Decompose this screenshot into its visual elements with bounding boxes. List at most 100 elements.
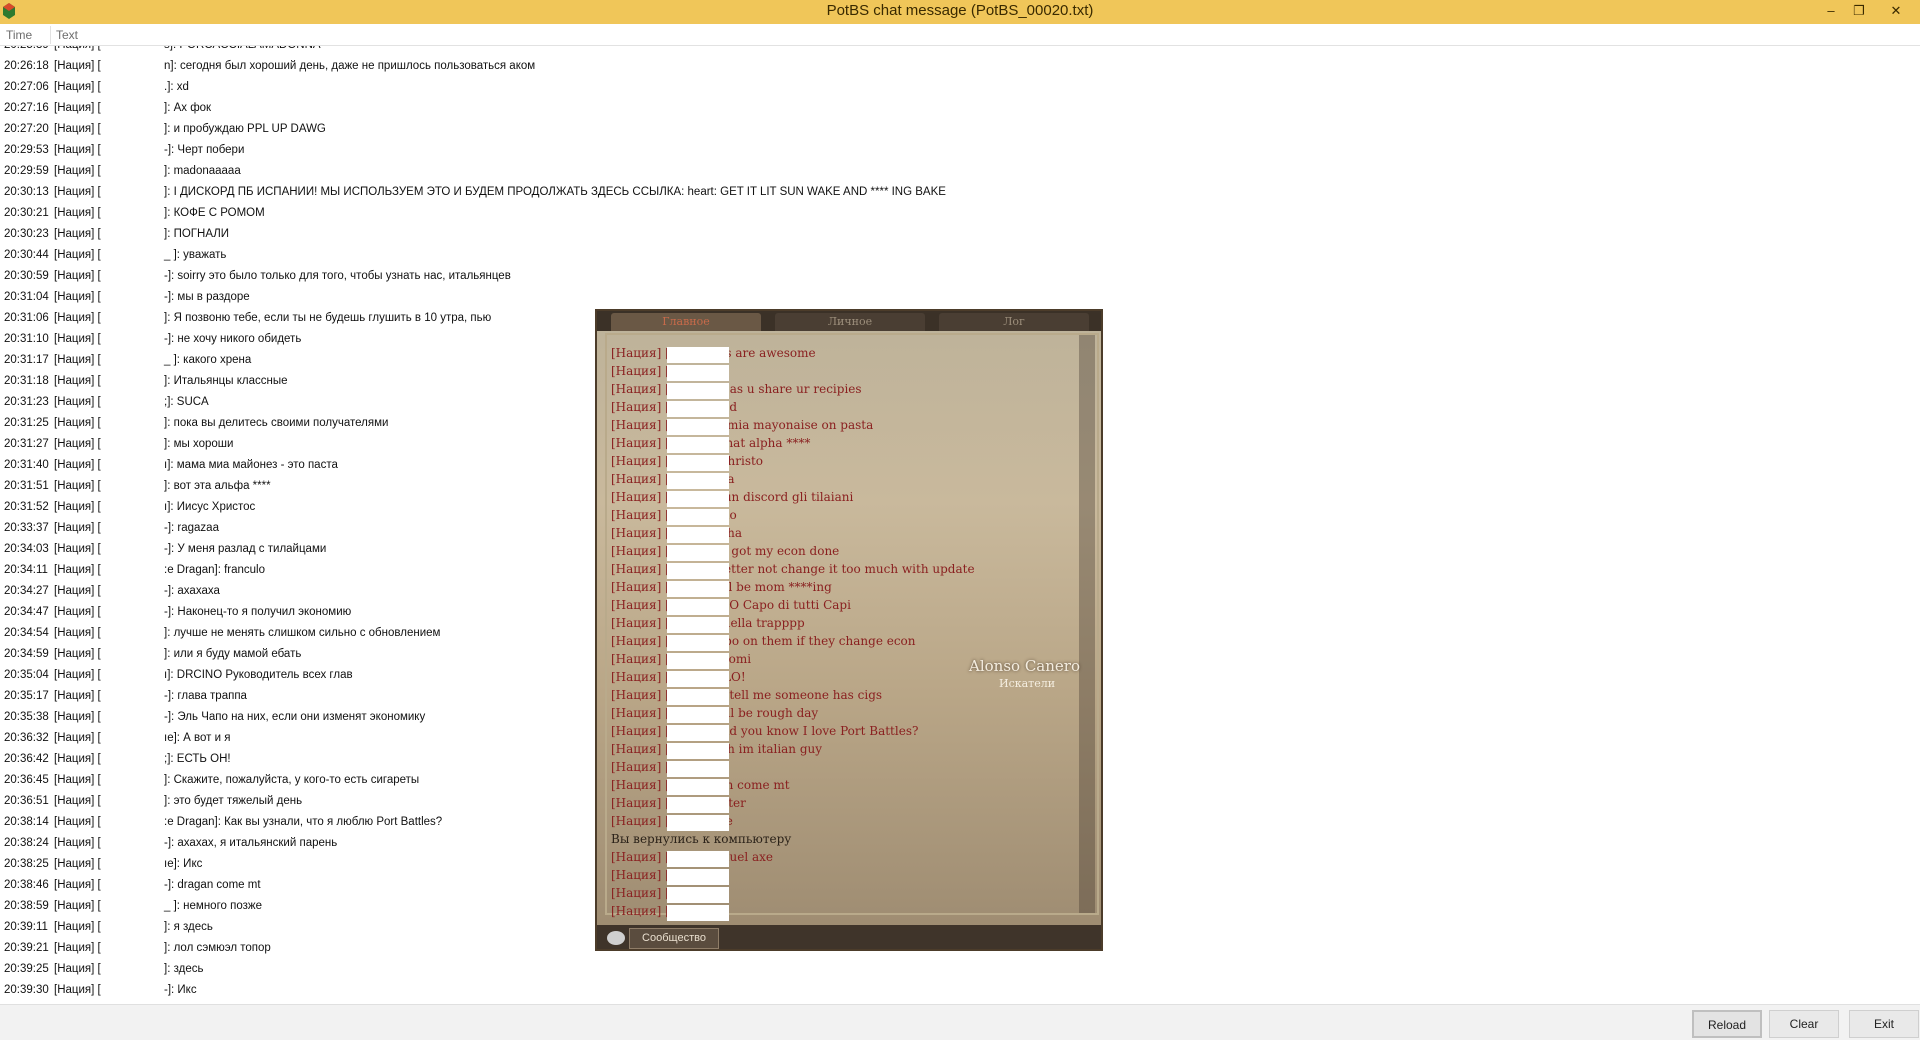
community-channel-button: Сообщество — [629, 928, 719, 949]
log-row[interactable]: 20:29:59 [Нация] []: madonaaaaa — [0, 162, 1400, 183]
log-row[interactable]: 20:30:23 [Нация] []: ПОГНАЛИ — [0, 225, 1400, 246]
redacted-name — [104, 667, 164, 685]
redacted-name — [104, 100, 164, 118]
redacted-name — [667, 365, 729, 381]
log-time: 20:34:27 — [4, 585, 49, 597]
log-channel: [Нация] [ — [54, 207, 101, 219]
log-message: -]: мы в раздоре — [164, 291, 250, 303]
log-row[interactable]: 20:39:30 [Нация] [-]: Икс — [0, 981, 1400, 1002]
log-message: -]: Икс — [164, 984, 197, 996]
log-channel: [Нация] [ — [54, 585, 101, 597]
redacted-name — [104, 310, 164, 328]
log-time: 20:34:03 — [4, 543, 49, 555]
redacted-name — [104, 478, 164, 496]
log-time: 20:31:27 — [4, 438, 49, 450]
game-chat-line: [Нация] [ ]: mama mia mayonaise on pasta — [611, 418, 874, 432]
redacted-name — [667, 527, 729, 543]
game-chat-line: [Нация] [ ]: DRCINO Capo di tutti Capi — [611, 598, 851, 612]
redacted-name — [667, 815, 729, 831]
redacted-name — [104, 268, 164, 286]
redacted-name — [104, 877, 164, 895]
game-chat-line: [Нация] [ ]: Please tell me someone has … — [611, 688, 883, 702]
redacted-name — [104, 604, 164, 622]
log-message: ıe]: Икс — [164, 858, 203, 870]
log-message: ]: КОФЕ С РОМОМ — [164, 207, 265, 219]
log-message: .]: xd — [164, 81, 189, 93]
log-row[interactable]: 20:30:13 [Нация] []: I ДИСКОРД ПБ ИСПАНИИ… — [0, 183, 1400, 204]
log-time: 20:31:52 — [4, 501, 49, 513]
column-time-header[interactable]: Time — [6, 28, 32, 42]
redacted-name — [104, 919, 164, 937]
log-channel: [Нация] [ — [54, 60, 101, 72]
log-channel: [Нация] [ — [54, 81, 101, 93]
clear-button[interactable]: Clear — [1769, 1010, 1839, 1038]
reload-button[interactable]: Reload — [1692, 1010, 1762, 1038]
redacted-name — [104, 730, 164, 748]
log-time: 20:31:51 — [4, 480, 49, 492]
log-time: 20:35:04 — [4, 669, 49, 681]
log-row[interactable]: 20:27:16 [Нация] []: Ах фок — [0, 99, 1400, 120]
log-message: ]: и пробуждаю PPL UP DAWG — [164, 123, 326, 135]
redacted-name — [667, 653, 729, 669]
redacted-name — [104, 415, 164, 433]
exit-button[interactable]: Exit — [1849, 1010, 1919, 1038]
log-time: 20:30:59 — [4, 270, 49, 282]
game-tab-personal: Личное — [775, 313, 925, 331]
log-message: ı]: мама миа майонез - это паста — [164, 459, 338, 471]
redacted-name — [667, 491, 729, 507]
redacted-name — [104, 835, 164, 853]
log-row[interactable]: 20:26:18 [Нация] [n]: сегодня был хороший… — [0, 57, 1400, 78]
log-message: ]: лол сэмюэл топор — [164, 942, 271, 954]
log-message: ]: пока вы делитесь своими получателями — [164, 417, 389, 429]
log-row[interactable]: 20:30:21 [Нация] []: КОФЕ С РОМОМ — [0, 204, 1400, 225]
redacted-name — [104, 205, 164, 223]
redacted-name — [104, 436, 164, 454]
redacted-name — [667, 779, 729, 795]
redacted-name — [104, 289, 164, 307]
log-channel: [Нация] [ — [54, 249, 101, 261]
log-channel: [Нация] [ — [54, 900, 101, 912]
column-separator[interactable] — [50, 26, 51, 44]
log-row[interactable]: 20:31:04 [Нация] [-]: мы в раздоре — [0, 288, 1400, 309]
redacted-name — [667, 473, 729, 489]
close-button[interactable]: ✕ — [1876, 0, 1916, 22]
log-row[interactable]: 20:39:25 [Нация] []: здесь — [0, 960, 1400, 981]
restore-button[interactable]: ❐ — [1844, 0, 1874, 22]
log-row[interactable]: 20:27:20 [Нация] []: и пробуждаю PPL UP D… — [0, 120, 1400, 141]
log-time: 20:34:11 — [4, 564, 48, 576]
column-text-header[interactable]: Text — [56, 28, 78, 42]
log-row[interactable]: 20:29:53 [Нация] [-]: Черт побери — [0, 141, 1400, 162]
log-message: ]: здесь — [164, 963, 204, 975]
log-row[interactable]: 20:25:39 [Нация] [s]: PORCACCIALAMADONNA — [0, 46, 1400, 57]
log-time: 20:31:17 — [4, 354, 49, 366]
log-channel: [Нация] [ — [54, 921, 101, 933]
log-time: 20:34:54 — [4, 627, 49, 639]
log-time: 20:38:14 — [4, 816, 49, 828]
redacted-name — [667, 869, 729, 885]
log-time: 20:36:51 — [4, 795, 49, 807]
log-time: 20:35:17 — [4, 690, 49, 702]
redacted-name — [667, 401, 729, 417]
game-screenshot: Главное Личное Лог [Нация] [ ]: Italians… — [595, 309, 1103, 951]
game-tab-main: Главное — [611, 313, 761, 331]
log-time: 20:31:18 — [4, 375, 49, 387]
redacted-name — [104, 751, 164, 769]
log-row[interactable]: 20:30:44 [Нация] [_ ]: уважать — [0, 246, 1400, 267]
log-time: 20:34:47 — [4, 606, 49, 618]
log-row[interactable]: 20:27:06 [Нация] [.]: xd — [0, 78, 1400, 99]
log-channel: [Нация] [ — [54, 165, 101, 177]
log-row[interactable]: 20:30:59 [Нация] [-]: soirry это было тол… — [0, 267, 1400, 288]
redacted-name — [104, 184, 164, 202]
log-message: ]: мы хороши — [164, 438, 234, 450]
log-channel: [Нация] [ — [54, 144, 101, 156]
redacted-name — [104, 457, 164, 475]
log-channel: [Нация] [ — [54, 312, 101, 324]
redacted-name — [104, 940, 164, 958]
redacted-name — [104, 331, 164, 349]
log-channel: [Нация] [ — [54, 417, 101, 429]
minimize-button[interactable]: – — [1816, 0, 1846, 22]
log-message: ]: ПОГНАЛИ — [164, 228, 230, 240]
log-time: 20:36:45 — [4, 774, 49, 786]
log-channel: [Нация] [ — [54, 459, 101, 471]
log-channel: [Нация] [ — [54, 858, 101, 870]
